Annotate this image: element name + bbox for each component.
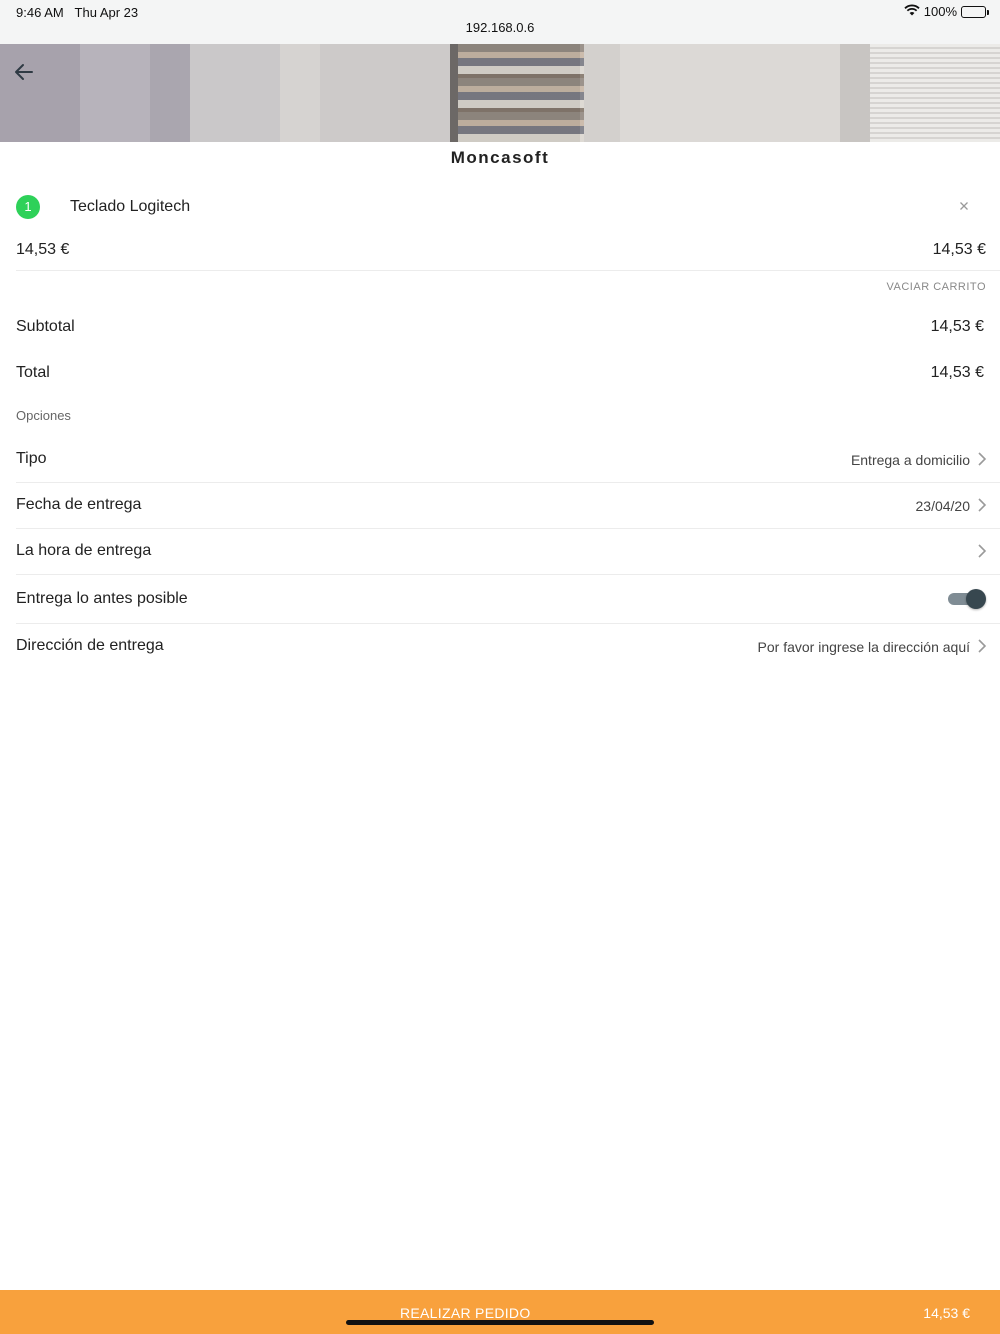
item-unit-price: 14,53 € (16, 241, 70, 258)
battery-percent: 100% (923, 4, 957, 19)
options-heading: Opciones (16, 408, 71, 423)
chevron-right-icon (978, 544, 987, 558)
divider (16, 482, 1000, 483)
option-value: 23/04/20 (915, 498, 971, 514)
subtotal-value: 14,53 € (930, 318, 984, 335)
item-name: Teclado Logitech (70, 198, 191, 215)
option-label: Fecha de entrega (16, 496, 142, 513)
total-label: Total (16, 364, 50, 381)
option-label: La hora de entrega (16, 542, 152, 559)
divider (16, 623, 1000, 624)
store-banner-image (0, 44, 1000, 142)
home-indicator (346, 1320, 654, 1325)
option-label: Entrega lo antes posible (16, 590, 188, 607)
item-quantity-badge: 1 (16, 195, 40, 219)
chevron-right-icon (978, 452, 987, 466)
status-right: 100% (904, 4, 989, 19)
option-label: Tipo (16, 450, 47, 467)
status-date: Thu Apr 23 (74, 5, 139, 20)
battery-icon (961, 5, 989, 18)
chevron-right-icon (978, 639, 987, 653)
address-placeholder: Por favor ingrese la dirección aquí (757, 639, 970, 655)
close-icon (960, 202, 968, 210)
subtotal-label: Subtotal (16, 318, 75, 335)
divider (16, 528, 1000, 529)
option-value: Entrega a domicilio (850, 452, 970, 468)
url-label[interactable]: 192.168.0.6 (0, 20, 1000, 35)
back-button[interactable] (12, 60, 36, 84)
status-time-date: 9:46 AM Thu Apr 23 (16, 5, 138, 20)
place-order-label: REALIZAR PEDIDO (400, 1305, 531, 1321)
divider (16, 574, 1000, 575)
arrow-left-icon (15, 64, 33, 80)
order-total: 14,53 € (923, 1305, 970, 1321)
remove-item-button[interactable] (956, 198, 972, 214)
status-bar: 9:46 AM Thu Apr 23 192.168.0.6 100% (0, 0, 1000, 44)
shop-title: Moncasoft (450, 148, 550, 167)
clear-cart-button[interactable]: VACIAR CARRITO (887, 281, 987, 293)
chevron-right-icon (978, 498, 987, 512)
place-order-button[interactable]: REALIZAR PEDIDO 14,53 € (0, 1290, 1000, 1334)
item-line-total: 14,53 € (932, 241, 986, 258)
wifi-icon (904, 4, 920, 19)
status-time: 9:46 AM (16, 5, 64, 20)
asap-toggle[interactable] (948, 589, 986, 609)
option-label: Dirección de entrega (16, 637, 164, 654)
total-value: 14,53 € (930, 364, 984, 381)
divider (16, 270, 1000, 271)
